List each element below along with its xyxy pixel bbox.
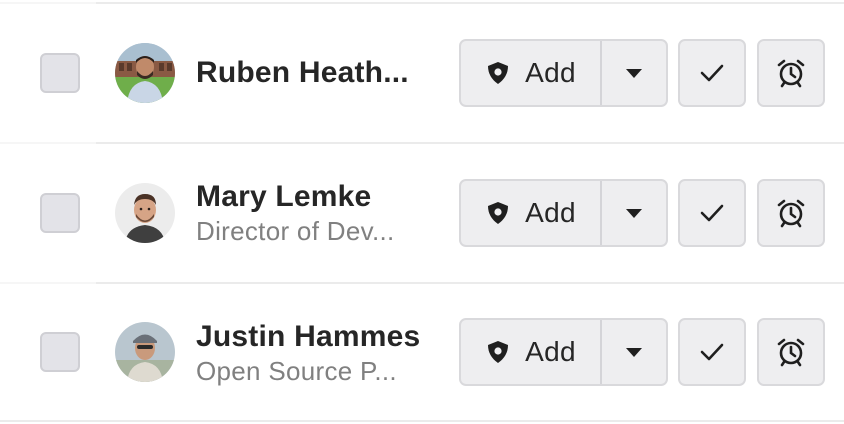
contact-info: Ruben Heath...	[196, 4, 426, 142]
caret-down-icon	[626, 69, 642, 78]
contact-list: Ruben Heath... Add Mary Lemke Director o…	[0, 0, 844, 424]
contact-name[interactable]: Justin Hammes	[196, 320, 420, 354]
contact-title: Director of Dev...	[196, 216, 395, 246]
contact-name[interactable]: Ruben Heath...	[196, 56, 409, 90]
add-button[interactable]: Add	[461, 181, 602, 245]
add-dropdown-button[interactable]	[602, 181, 666, 245]
avatar[interactable]	[115, 183, 175, 243]
alarm-clock-icon	[777, 59, 805, 88]
add-button[interactable]: Add	[461, 320, 602, 384]
mark-done-button[interactable]	[678, 179, 746, 247]
add-button-label: Add	[525, 336, 576, 367]
caret-down-icon	[626, 348, 642, 357]
contact-title: Open Source P...	[196, 356, 397, 386]
snooze-button[interactable]	[757, 318, 825, 386]
caret-down-icon	[626, 209, 642, 218]
shield-pin-icon	[488, 341, 509, 363]
add-button-group: Add	[459, 318, 668, 386]
contact-info: Justin Hammes Open Source P...	[196, 284, 426, 420]
mark-done-button[interactable]	[678, 39, 746, 107]
add-button[interactable]: Add	[461, 41, 602, 105]
add-button-label: Add	[525, 197, 576, 228]
snooze-button[interactable]	[757, 39, 825, 107]
add-dropdown-button[interactable]	[602, 41, 666, 105]
alarm-clock-icon	[777, 338, 805, 367]
add-button-group: Add	[459, 39, 668, 107]
contact-row: Justin Hammes Open Source P... Add	[0, 282, 844, 422]
avatar[interactable]	[115, 43, 175, 103]
select-checkbox[interactable]	[40, 193, 80, 233]
check-icon	[700, 343, 724, 361]
avatar[interactable]	[115, 322, 175, 382]
contact-row: Mary Lemke Director of Dev... Add	[0, 142, 844, 282]
add-button-group: Add	[459, 179, 668, 247]
shield-pin-icon	[488, 62, 509, 84]
check-icon	[700, 204, 724, 222]
mark-done-button[interactable]	[678, 318, 746, 386]
check-icon	[700, 64, 724, 82]
contact-name[interactable]: Mary Lemke	[196, 180, 371, 214]
shield-pin-icon	[488, 202, 509, 224]
select-checkbox[interactable]	[40, 53, 80, 93]
add-dropdown-button[interactable]	[602, 320, 666, 384]
contact-row: Ruben Heath... Add	[0, 2, 844, 142]
snooze-button[interactable]	[757, 179, 825, 247]
select-checkbox[interactable]	[40, 332, 80, 372]
alarm-clock-icon	[777, 199, 805, 228]
add-button-label: Add	[525, 57, 576, 88]
contact-info: Mary Lemke Director of Dev...	[196, 144, 426, 282]
